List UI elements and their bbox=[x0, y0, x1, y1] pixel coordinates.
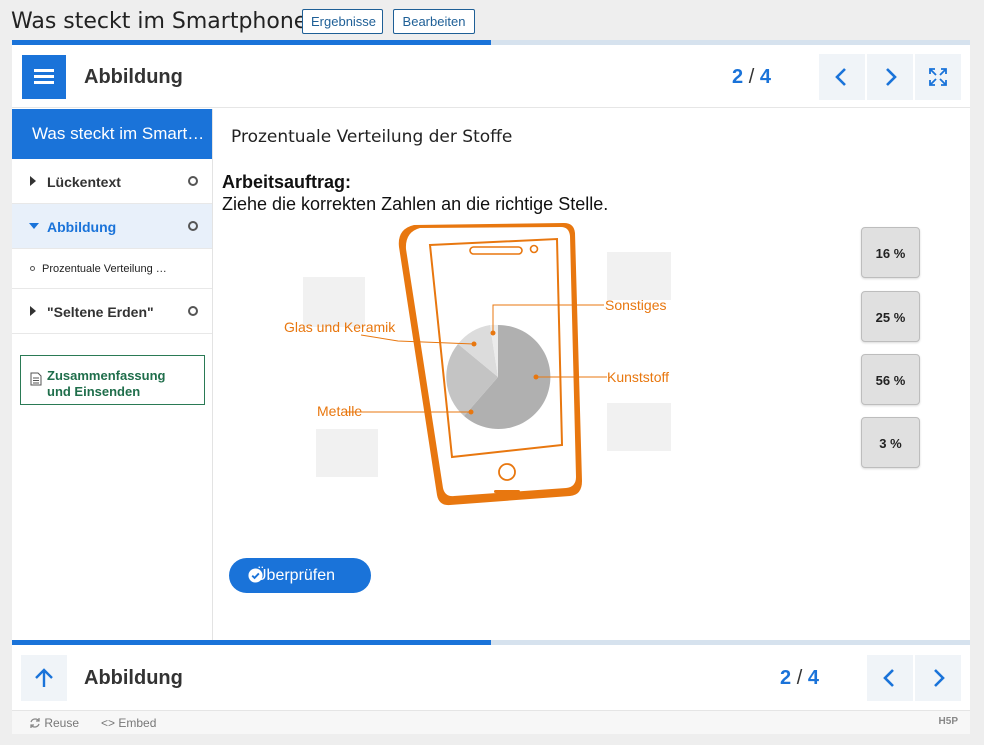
smartphone-illustration: Glas und Keramik Sonstiges Kunststoff Me… bbox=[284, 223, 669, 506]
page-total: 4 bbox=[759, 66, 771, 88]
status-circle-icon bbox=[188, 221, 198, 231]
main-content: Prozentuale Verteilung der Stoffe Arbeit… bbox=[214, 109, 970, 640]
header-bar: Abbildung 2 / 4 bbox=[12, 45, 970, 108]
draggable-value[interactable]: 3 % bbox=[861, 417, 920, 468]
reuse-link[interactable]: Reuse bbox=[29, 716, 79, 730]
label-other: Sonstiges bbox=[605, 297, 666, 313]
menu-toggle-button[interactable] bbox=[22, 55, 66, 99]
chevron-right-icon bbox=[886, 68, 897, 86]
label-metal: Metalle bbox=[317, 403, 362, 419]
reuse-icon bbox=[30, 718, 40, 728]
sidebar-subitem-verteilung[interactable]: Prozentuale Verteilung … bbox=[12, 249, 212, 289]
sidebar-book-title: Was steckt im Smartphone? bbox=[12, 109, 212, 159]
page-separator: / bbox=[748, 66, 755, 88]
sidebar-chapter-label: Abbildung bbox=[47, 219, 117, 235]
fullscreen-icon bbox=[929, 68, 947, 86]
sidebar-chapter-abbildung[interactable]: Abbildung bbox=[12, 204, 212, 249]
footer-page-counter: 2 / 4 bbox=[780, 667, 819, 690]
page-title: Was steckt im Smartphone? bbox=[11, 9, 319, 34]
footer-bar: Abbildung 2 / 4 bbox=[12, 645, 970, 709]
content-title: Prozentuale Verteilung der Stoffe bbox=[231, 127, 513, 147]
edit-button[interactable]: Bearbeiten bbox=[393, 9, 475, 34]
draggable-value[interactable]: 16 % bbox=[861, 227, 920, 278]
check-button-label: Überprüfen bbox=[255, 566, 336, 584]
label-plastic: Kunststoff bbox=[607, 369, 669, 385]
embed-label: Embed bbox=[118, 716, 157, 730]
footer-page-separator: / bbox=[796, 667, 803, 689]
footer-page-current: 2 bbox=[780, 667, 792, 689]
footer-chapter-title: Abbildung bbox=[84, 667, 183, 689]
reuse-label: Reuse bbox=[44, 716, 80, 730]
embed-link[interactable]: <> Embed bbox=[101, 716, 156, 730]
arrow-up-icon bbox=[35, 668, 53, 687]
summary-submit-button[interactable]: Zusammenfassung und Einsenden bbox=[20, 355, 205, 405]
check-circle-icon bbox=[248, 568, 263, 583]
h5p-logo: H5P bbox=[938, 716, 958, 727]
page-current: 2 bbox=[732, 66, 744, 88]
footer-page-total: 4 bbox=[807, 667, 819, 689]
task-heading: Arbeitsauftrag: bbox=[222, 172, 352, 192]
sidebar-chapter-label: Lückentext bbox=[47, 174, 121, 190]
status-circle-icon bbox=[188, 176, 198, 186]
next-page-button[interactable] bbox=[867, 54, 913, 100]
task-text: Ziehe die korrekten Zahlen an die richti… bbox=[222, 194, 609, 214]
scroll-top-button[interactable] bbox=[21, 655, 67, 701]
hamburger-icon bbox=[34, 69, 54, 72]
page-counter: 2 / 4 bbox=[732, 66, 771, 89]
caret-down-icon bbox=[29, 223, 39, 229]
caret-right-icon bbox=[30, 306, 36, 316]
sidebar-chapter-lueckentext[interactable]: Lückentext bbox=[12, 159, 212, 204]
chevron-left-icon bbox=[835, 68, 846, 86]
sidebar-chapter-label: "Seltene Erden" bbox=[47, 304, 154, 320]
sidebar-subitem-label: Prozentuale Verteilung … bbox=[42, 263, 167, 275]
interactive-book: Abbildung 2 / 4 Was steckt im Smartphone… bbox=[12, 40, 970, 734]
previous-page-button[interactable] bbox=[819, 54, 865, 100]
check-button[interactable]: Überprüfen bbox=[229, 558, 371, 593]
draggable-value[interactable]: 56 % bbox=[861, 354, 920, 405]
summary-label-line1: Zusammenfassung bbox=[47, 367, 166, 383]
embed-icon: <> bbox=[101, 716, 116, 730]
chevron-right-icon bbox=[934, 669, 945, 687]
label-glass: Glas und Keramik bbox=[284, 319, 396, 335]
document-icon bbox=[30, 372, 42, 386]
task-block: Arbeitsauftrag: Ziehe die korrekten Zahl… bbox=[222, 171, 608, 215]
status-circle-icon bbox=[188, 306, 198, 316]
h5p-action-bar: Reuse <> Embed H5P bbox=[12, 710, 970, 734]
draggable-value[interactable]: 25 % bbox=[861, 291, 920, 342]
chapter-sidebar: Was steckt im Smartphone? Lückentext Abb… bbox=[12, 109, 213, 640]
bullet-icon bbox=[30, 266, 35, 271]
footer-previous-page-button[interactable] bbox=[867, 655, 913, 701]
fullscreen-button[interactable] bbox=[915, 54, 961, 100]
sidebar-chapter-seltene-erden[interactable]: "Seltene Erden" bbox=[12, 289, 212, 334]
results-button[interactable]: Ergebnisse bbox=[302, 9, 383, 34]
chevron-left-icon bbox=[883, 669, 894, 687]
summary-label-line2: und Einsenden bbox=[47, 383, 141, 399]
header-chapter-title: Abbildung bbox=[84, 66, 183, 88]
caret-right-icon bbox=[30, 176, 36, 186]
footer-next-page-button[interactable] bbox=[915, 655, 961, 701]
